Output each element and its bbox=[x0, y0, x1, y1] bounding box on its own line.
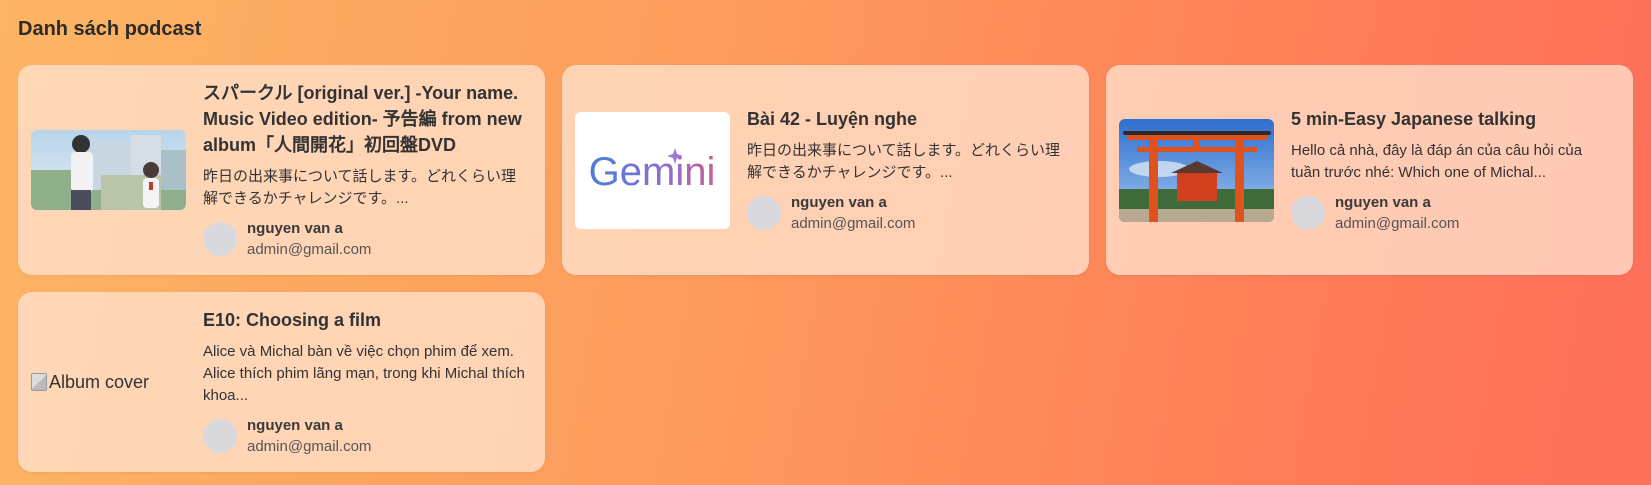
podcast-title[interactable]: スパークル [original ver.] -Your name. Music … bbox=[203, 80, 526, 158]
avatar bbox=[203, 222, 237, 256]
author-email: admin@gmail.com bbox=[791, 215, 916, 232]
broken-image-icon: Album cover bbox=[31, 372, 149, 393]
podcast-grid: スパークル [original ver.] -Your name. Music … bbox=[18, 65, 1634, 472]
podcast-thumbnail bbox=[31, 130, 186, 210]
podcast-card[interactable]: Album cover E10: Choosing a film Alice v… bbox=[18, 292, 545, 472]
page-title: Danh sách podcast bbox=[18, 18, 202, 40]
author-email: admin@gmail.com bbox=[247, 241, 372, 258]
avatar bbox=[1291, 196, 1325, 230]
podcast-thumbnail: Album cover bbox=[31, 362, 186, 402]
anime-scene-image bbox=[31, 130, 186, 210]
author-name: nguyen van a bbox=[1335, 194, 1431, 211]
gemini-logo-image: Gemini bbox=[575, 111, 730, 229]
podcast-description: Alice và Michal bàn về việc chọn phim để… bbox=[203, 343, 525, 404]
avatar bbox=[747, 196, 781, 230]
torii-gate-image bbox=[1119, 118, 1274, 222]
author-email: admin@gmail.com bbox=[1335, 215, 1460, 232]
gemini-logo-text: Gemini bbox=[589, 150, 716, 194]
podcast-title[interactable]: Bài 42 - Luyện nghe bbox=[747, 106, 1070, 132]
author-name: nguyen van a bbox=[791, 194, 887, 211]
author-info: nguyen van a admin@gmail.com bbox=[747, 192, 1070, 234]
podcast-description: Hello cả nhà, đây là đáp án của câu hỏi … bbox=[1291, 142, 1583, 181]
podcast-description: 昨日の出来事について話します。どれくらい理解できるかチャレンジです。... bbox=[203, 168, 517, 207]
podcast-card[interactable]: スパークル [original ver.] -Your name. Music … bbox=[18, 65, 545, 275]
podcast-thumbnail bbox=[1119, 118, 1274, 222]
author-email: admin@gmail.com bbox=[247, 438, 372, 455]
podcast-title[interactable]: E10: Choosing a film bbox=[203, 307, 526, 333]
author-name: nguyen van a bbox=[247, 220, 343, 237]
avatar bbox=[203, 419, 237, 453]
podcast-card[interactable]: 5 min-Easy Japanese talking Hello cả nhà… bbox=[1106, 65, 1633, 275]
author-info: nguyen van a admin@gmail.com bbox=[203, 218, 526, 260]
podcast-card[interactable]: Gemini Bài 42 - Luyện nghe 昨日の出来事について話しま… bbox=[562, 65, 1089, 275]
author-name: nguyen van a bbox=[247, 417, 343, 434]
podcast-thumbnail: Gemini bbox=[575, 111, 730, 229]
author-info: nguyen van a admin@gmail.com bbox=[203, 415, 526, 457]
author-info: nguyen van a admin@gmail.com bbox=[1291, 192, 1614, 234]
podcast-title[interactable]: 5 min-Easy Japanese talking bbox=[1291, 106, 1614, 132]
podcast-description: 昨日の出来事について話します。どれくらい理解できるかチャレンジです。... bbox=[747, 142, 1061, 181]
image-alt-text: Album cover bbox=[49, 371, 150, 392]
